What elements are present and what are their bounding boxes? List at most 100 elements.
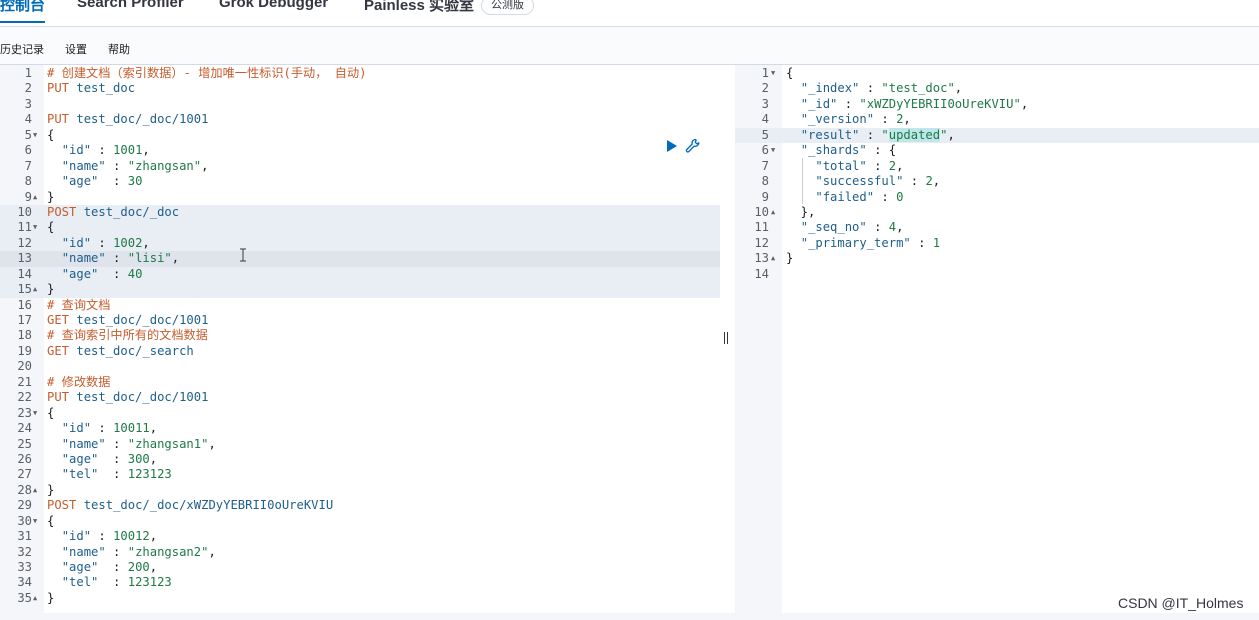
bottom-strip — [0, 613, 1259, 620]
line-number: 4 — [24, 112, 32, 127]
line-number: 7 — [24, 158, 32, 173]
response-line: 12 "_primary_term" : 1 — [735, 236, 1259, 251]
line-number: 13 — [754, 251, 769, 266]
tab-search-profiler[interactable]: Search Profiler — [77, 0, 184, 11]
response-line: 7 "total" : 2, — [735, 159, 1259, 174]
fold-arrow-down-icon[interactable]: ▼ — [771, 143, 775, 158]
play-icon[interactable] — [667, 140, 677, 152]
request-line: 19 GET test_doc/_search — [0, 344, 720, 359]
request-line: 13 "name" : "lisi", — [0, 251, 720, 267]
code-text: "tel" : 123123 — [61, 575, 172, 590]
response-line: 5 "result" : "updated", — [735, 127, 1259, 144]
response-line: 2 "_index" : "test_doc", — [735, 81, 1259, 96]
response-line: 9 "failed" : 0 — [735, 190, 1259, 205]
fold-arrow-up-icon[interactable]: ▲ — [33, 483, 37, 498]
line-number: 11 — [754, 220, 769, 235]
line-number: 29 — [17, 498, 32, 513]
code-text: PUT test_doc/_doc/1001 — [47, 112, 209, 127]
response-line: 14 — [735, 267, 1259, 282]
response-viewer: 1 ▼{2 "_index" : "test_doc", 3 "_id" : "xW… — [735, 65, 1259, 613]
code-text: "total" : 2, — [815, 158, 904, 173]
code-text: "_seq_no" : 4, — [800, 220, 904, 235]
fold-arrow-down-icon[interactable]: ▼ — [33, 220, 37, 235]
response-line: 8 "successful" : 2, — [735, 174, 1259, 189]
line-number: 5 — [24, 127, 32, 142]
beta-badge: 公测版 — [481, 0, 534, 15]
code-text: PUT test_doc/_doc/1001 — [47, 390, 209, 405]
code-text: "age" : 30 — [61, 174, 143, 189]
line-number: 17 — [17, 313, 32, 327]
code-text: "_shards" : { — [800, 143, 897, 158]
code-text: # 查询文档 — [47, 297, 111, 312]
code-text: # 创建文档（索引数据）- 增加唯一性标识(手动， 自动) — [47, 66, 367, 80]
line-number: 1 — [24, 66, 32, 80]
fold-arrow-up-icon[interactable]: ▲ — [33, 190, 37, 205]
line-number: 22 — [17, 390, 32, 405]
wrench-icon[interactable] — [685, 138, 701, 154]
fold-arrow-up-icon[interactable]: ▲ — [771, 205, 775, 220]
request-line: 5 ▼ { — [0, 128, 720, 143]
response-line: 3 "_id" : "xWZDyYEBRII0oUreKVIU", — [735, 97, 1259, 112]
fold-arrow-down-icon[interactable]: ▼ — [771, 66, 775, 81]
request-line: 29 POST test_doc/_doc/xWZDyYEBRII0oUreKVI… — [0, 498, 720, 513]
watermark: CSDN @IT_Holmes — [1118, 595, 1244, 611]
request-line: 1 # 创建文档（索引数据）- 增加唯一性标识(手动， 自动) — [0, 66, 720, 81]
code-text: # 查询索引中所有的文档数据 — [47, 328, 208, 343]
line-number: 18 — [17, 328, 32, 343]
request-line: 22 PUT test_doc/_doc/1001 — [0, 390, 720, 405]
line-number: 27 — [17, 467, 32, 482]
tab-painless-lab[interactable]: Painless 实验室 — [364, 0, 474, 15]
history-link[interactable]: 历史记录 — [0, 41, 44, 57]
line-number: 24 — [17, 421, 32, 436]
response-line: 1 ▼ { — [735, 66, 1259, 81]
request-line: 14 "age" : 40 — [0, 266, 720, 283]
tab-grok-debugger[interactable]: Grok Debugger — [219, 0, 328, 11]
fold-arrow-down-icon[interactable]: ▼ — [33, 406, 37, 421]
top-tab-bar: 控制台 Search Profiler Grok Debugger Painle… — [0, 0, 1259, 27]
request-line: 16 # 查询文档 — [0, 298, 720, 313]
request-line: 32 "name" : "zhangsan2", — [0, 545, 720, 560]
line-number: 1 — [761, 66, 769, 80]
request-line: 25 "name" : "zhangsan1", — [0, 437, 720, 452]
code-text: { — [47, 513, 55, 528]
code-text: "_index" : "test_doc", — [800, 81, 963, 96]
request-line: 23 ▼ { — [0, 406, 720, 421]
line-number: 32 — [17, 544, 32, 559]
fold-arrow-up-icon[interactable]: ▲ — [33, 282, 37, 297]
code-text: } — [47, 482, 55, 497]
line-number: 4 — [761, 112, 769, 127]
line-number: 35 — [17, 590, 32, 605]
tab-console[interactable]: 控制台 — [0, 0, 46, 23]
line-number: 13 — [17, 251, 32, 266]
code-text: "age" : 200, — [61, 560, 158, 574]
request-line: 24 "id" : 10011, — [0, 421, 720, 436]
line-number: 8 — [24, 174, 32, 189]
code-text: } — [47, 282, 55, 297]
request-line: 8 "age" : 30 — [0, 174, 720, 189]
code-text: GET test_doc/_search — [47, 343, 194, 358]
response-line: 13 ▲} — [735, 251, 1259, 266]
code-text: "name" : "lisi", — [61, 251, 180, 266]
response-line: 6 ▼ "_shards" : { — [735, 143, 1259, 158]
fold-arrow-up-icon[interactable]: ▲ — [33, 591, 37, 606]
response-line: 10 ▲ }, — [735, 205, 1259, 220]
settings-link[interactable]: 设置 — [65, 41, 87, 57]
request-line: 4 PUT test_doc/_doc/1001 — [0, 112, 720, 127]
code-text: { — [786, 66, 794, 80]
help-link[interactable]: 帮助 — [108, 41, 130, 57]
fold-arrow-down-icon[interactable]: ▼ — [33, 128, 37, 143]
request-editor[interactable]: 1 # 创建文档（索引数据）- 增加唯一性标识(手动， 自动) 2 PUT test_… — [0, 65, 720, 613]
request-line: 12 "id" : 1002, — [0, 235, 720, 252]
request-line: 35 ▲} — [0, 591, 720, 606]
fold-arrow-down-icon[interactable]: ▼ — [33, 514, 37, 529]
code-text: PUT test_doc — [47, 81, 136, 96]
request-line: 6 "id" : 1001, — [0, 143, 720, 158]
fold-arrow-up-icon[interactable]: ▲ — [771, 251, 775, 266]
code-text: POST test_doc/_doc — [47, 204, 180, 219]
request-line: 27 "tel" : 123123 — [0, 467, 720, 482]
request-line: 26 "age" : 300, — [0, 452, 720, 467]
code-text: "result" : "updated", — [800, 127, 955, 142]
code-text: "_id" : "xWZDyYEBRII0oUreKVIU", — [800, 96, 1029, 111]
request-line: 15 ▲} — [0, 282, 720, 298]
pane-resize-handle[interactable] — [723, 332, 730, 344]
